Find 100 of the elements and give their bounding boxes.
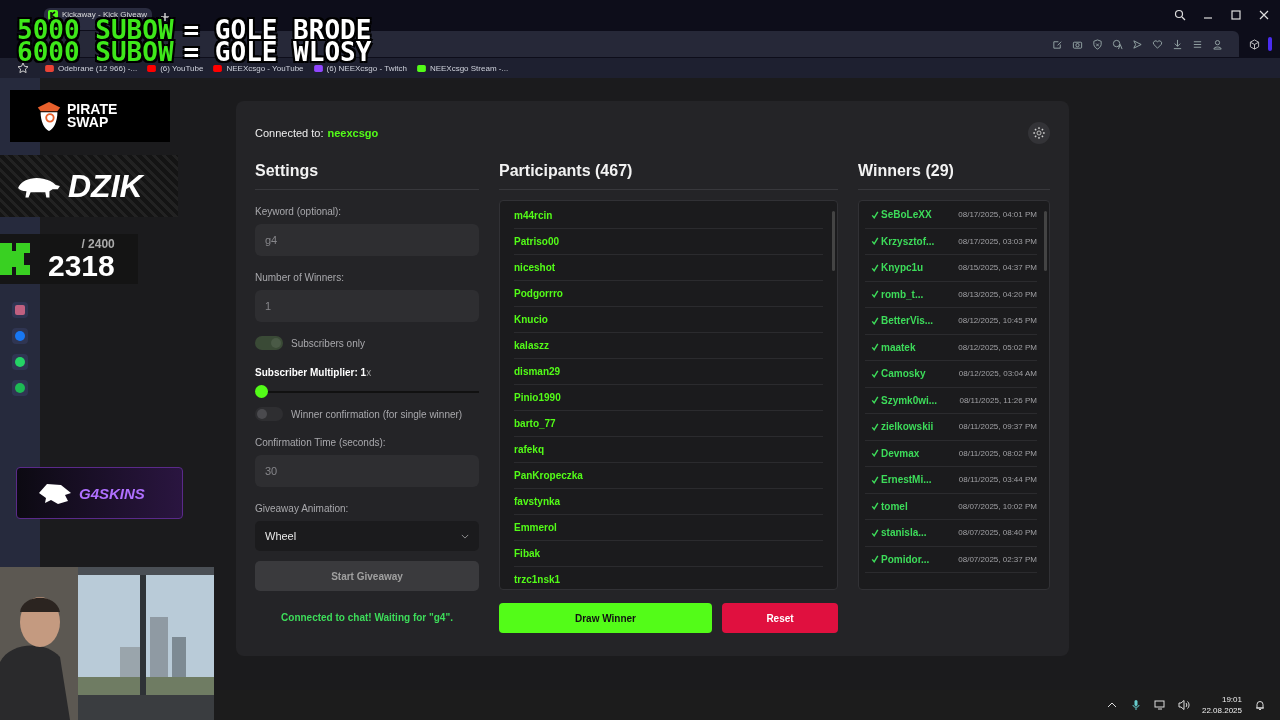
reset-button[interactable]: Reset bbox=[722, 603, 838, 633]
search-icon[interactable] bbox=[1174, 9, 1186, 21]
participant-name: PanKropeczka bbox=[514, 470, 583, 481]
kick-logo-icon bbox=[48, 10, 58, 20]
scrollbar[interactable] bbox=[832, 211, 835, 271]
participant-name: favstynka bbox=[514, 496, 561, 507]
maximize-icon[interactable] bbox=[1230, 9, 1242, 21]
bookmark[interactable]: Odebrane (12 966) -... bbox=[45, 63, 138, 73]
confirmation-time-field[interactable]: 30 bbox=[255, 455, 479, 487]
field-label: Keyword (optional): bbox=[255, 206, 343, 217]
winner-name: Krzysztof... bbox=[881, 235, 935, 247]
slider-thumb[interactable] bbox=[255, 385, 268, 398]
bookmark[interactable]: (6) NEEXcsgo - Twitch bbox=[313, 63, 407, 73]
sponsor-name: DZIK bbox=[68, 167, 143, 205]
multiplier-label: Subscriber Multiplier: 1x bbox=[255, 367, 373, 378]
bookmark-favicon-icon bbox=[147, 64, 157, 72]
monitor-icon[interactable] bbox=[1153, 699, 1166, 711]
status-message: Connected to chat! Waiting for "g4". bbox=[280, 612, 454, 623]
participant-name: niceshot bbox=[514, 262, 556, 273]
check-icon bbox=[871, 369, 879, 378]
animation-dropdown[interactable]: Wheel bbox=[255, 521, 479, 551]
start-giveaway-button[interactable]: Start Giveaway bbox=[255, 561, 479, 591]
download-icon[interactable] bbox=[1172, 38, 1183, 50]
shield-icon[interactable] bbox=[1092, 38, 1103, 50]
winner-name: stanisla... bbox=[881, 527, 927, 539]
bookmark-favicon-icon bbox=[313, 64, 323, 72]
winner-date: 08/11/2025, 08:02 PM bbox=[958, 448, 1037, 458]
bookmark[interactable]: NEEXcsgo Stream -... bbox=[416, 63, 509, 73]
goal-reward: = GOLE BRODE bbox=[183, 19, 372, 41]
counter-target: / 2400 bbox=[81, 237, 115, 251]
field-label: Giveaway Animation: bbox=[255, 503, 350, 514]
settings-icon bbox=[1032, 126, 1046, 140]
cube-icon[interactable] bbox=[1249, 38, 1260, 50]
check-icon bbox=[871, 528, 879, 537]
toggle-label: Subscribers only bbox=[291, 337, 365, 349]
winner-name: tomel bbox=[881, 500, 908, 512]
bookmark[interactable]: (6) YouTube bbox=[147, 63, 204, 73]
participant-name: barto_77 bbox=[514, 418, 556, 429]
winner-date: 08/12/2025, 05:02 PM bbox=[958, 342, 1037, 352]
translate-icon[interactable] bbox=[1112, 38, 1123, 50]
participant-name: Pinio1990 bbox=[514, 392, 561, 403]
winner-date: 08/07/2025, 02:37 PM bbox=[958, 554, 1037, 564]
winner-name: romb_t... bbox=[881, 288, 924, 300]
section-heading: Winners (29) bbox=[858, 162, 1050, 190]
draw-winner-button[interactable]: Draw Winner bbox=[499, 603, 712, 633]
winner-date: 08/11/2025, 03:44 PM bbox=[958, 475, 1037, 485]
winner-date: 08/13/2025, 04:20 PM bbox=[958, 289, 1037, 299]
winner-date: 08/07/2025, 10:02 PM bbox=[958, 501, 1037, 511]
channel-name: neexcsgo bbox=[327, 127, 379, 139]
keyword-field[interactable]: g4 bbox=[255, 224, 479, 256]
participant-name: Emmerol bbox=[514, 522, 557, 533]
check-icon bbox=[871, 290, 879, 299]
microphone-icon[interactable] bbox=[1129, 699, 1142, 711]
scrollbar[interactable] bbox=[1044, 211, 1047, 271]
winner-date: 08/11/2025, 09:37 PM bbox=[958, 422, 1037, 432]
participant-name: Podgorrro bbox=[514, 288, 563, 299]
send-icon[interactable] bbox=[1132, 38, 1143, 50]
winner-date: 08/07/2025, 08:40 PM bbox=[958, 528, 1037, 538]
winner-name: zielkowskii bbox=[881, 421, 934, 433]
arc-app-icon[interactable] bbox=[12, 302, 28, 318]
winners-count-field[interactable]: 1 bbox=[255, 290, 479, 322]
menu-icon[interactable] bbox=[1192, 38, 1203, 50]
winner-name: maatek bbox=[881, 341, 916, 353]
winner-date: 08/17/2025, 04:01 PM bbox=[958, 210, 1037, 220]
whatsapp-icon[interactable] bbox=[12, 354, 28, 370]
participant-name: Knucio bbox=[514, 314, 548, 325]
bookmark[interactable]: NEEXcsgo - YouTube bbox=[213, 63, 304, 73]
winner-name: SeBoLeXX bbox=[881, 209, 932, 221]
winner-date: 08/12/2025, 03:04 AM bbox=[958, 369, 1037, 379]
participant-name: disman29 bbox=[514, 366, 561, 377]
speaker-icon[interactable] bbox=[1177, 699, 1190, 711]
toggle-switch[interactable] bbox=[255, 407, 283, 421]
winner-date: 08/17/2025, 03:03 PM bbox=[958, 236, 1037, 246]
winner-name: ErnestMi... bbox=[881, 474, 932, 486]
check-icon bbox=[871, 210, 879, 219]
check-icon bbox=[871, 475, 879, 484]
sponsor-name: PIRATE bbox=[67, 103, 118, 116]
person-icon[interactable] bbox=[1212, 38, 1223, 50]
edit-icon[interactable] bbox=[1052, 38, 1063, 50]
toggle-switch[interactable] bbox=[255, 336, 283, 350]
settings-button[interactable] bbox=[1028, 122, 1050, 144]
taskbar-clock[interactable]: 19:01 22.08.2025 bbox=[1201, 694, 1242, 716]
participant-name: Fibak bbox=[514, 548, 541, 559]
bookmark-favicon-icon bbox=[416, 64, 426, 72]
winner-date: 08/15/2025, 04:37 PM bbox=[958, 263, 1037, 273]
check-icon bbox=[871, 316, 879, 325]
close-icon[interactable] bbox=[1258, 9, 1270, 21]
heart-icon[interactable] bbox=[1152, 38, 1163, 50]
section-heading: Participants (467) bbox=[499, 162, 838, 190]
participant-name: Patriso00 bbox=[514, 236, 560, 247]
check-icon bbox=[871, 555, 879, 564]
goal-reward: = GOLE WLOSY bbox=[183, 41, 372, 63]
check-icon bbox=[871, 449, 879, 458]
toggle-label: Winner confirmation (for single winner) bbox=[291, 408, 463, 420]
messenger-icon[interactable] bbox=[12, 328, 28, 344]
check-icon bbox=[871, 502, 879, 511]
winner-date: 08/11/2025, 11:26 PM bbox=[959, 395, 1037, 405]
notification-bell-icon[interactable] bbox=[1254, 699, 1266, 711]
spotify-icon[interactable] bbox=[12, 380, 28, 396]
star-icon[interactable] bbox=[17, 62, 29, 74]
